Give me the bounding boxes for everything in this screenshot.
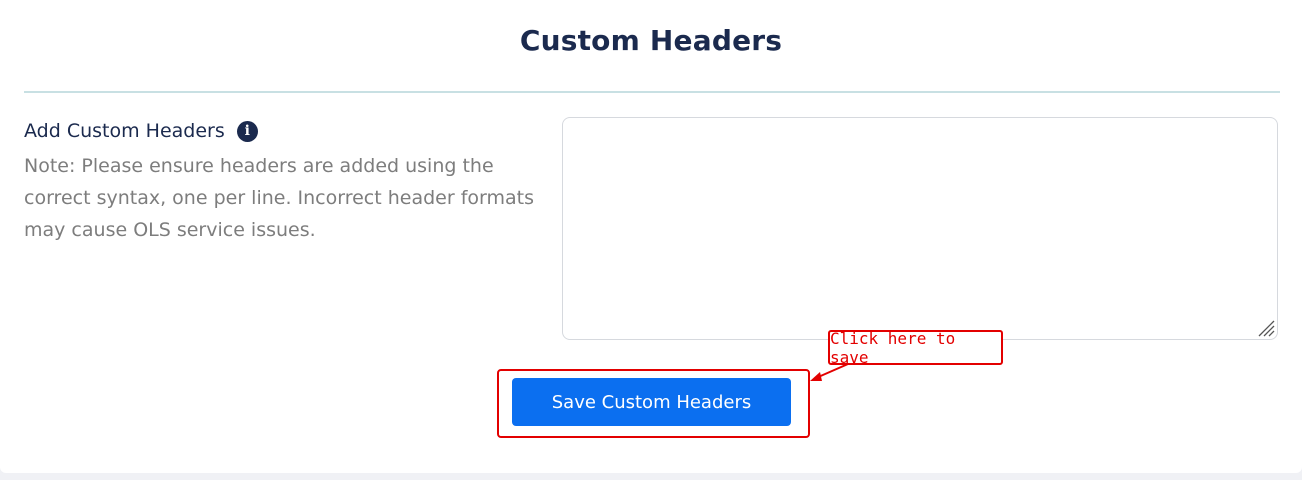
custom-headers-card: Custom Headers Add Custom Headers i Note… xyxy=(0,0,1302,473)
field-label-row: Add Custom Headers i xyxy=(24,120,258,142)
syntax-note: Note: Please ensure headers are added us… xyxy=(24,155,535,241)
custom-headers-label: Add Custom Headers xyxy=(24,120,225,142)
save-custom-headers-button[interactable]: Save Custom Headers xyxy=(512,378,791,426)
page-title: Custom Headers xyxy=(519,24,783,57)
resize-handle-icon[interactable] xyxy=(1255,317,1275,337)
info-icon[interactable]: i xyxy=(236,120,258,142)
save-hint-callout: Click here to save xyxy=(828,329,1003,367)
title-divider xyxy=(24,91,1280,93)
custom-headers-textarea[interactable] xyxy=(562,117,1278,340)
